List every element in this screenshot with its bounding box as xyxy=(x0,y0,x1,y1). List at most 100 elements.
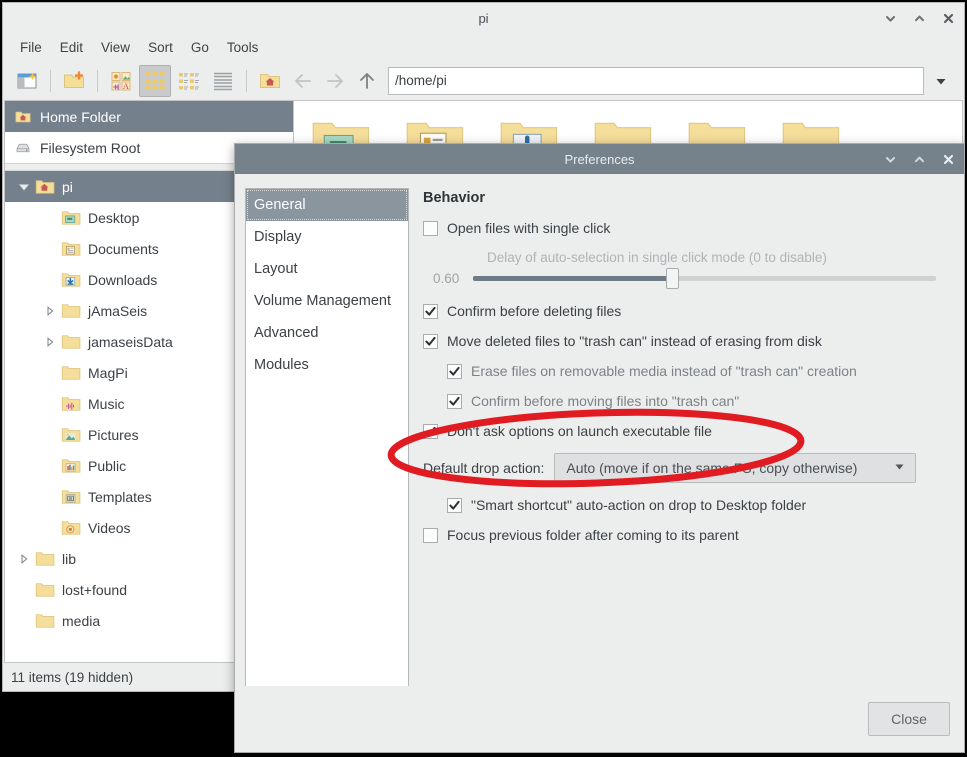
detailed-list-view-icon[interactable] xyxy=(207,65,239,97)
tree-item-label: jamaseisData xyxy=(88,333,173,350)
pictures-folder-icon xyxy=(61,425,81,445)
public-folder-icon xyxy=(61,458,81,473)
menu-sort[interactable]: Sort xyxy=(139,37,182,58)
section-title-behavior: Behavior xyxy=(423,190,486,206)
close-button[interactable] xyxy=(940,152,956,168)
file-manager-titlebar: pi xyxy=(3,3,964,34)
auto-selection-delay-slider[interactable] xyxy=(473,267,936,289)
status-text: 11 items (19 hidden) xyxy=(11,669,134,685)
dialog-window-controls xyxy=(882,144,956,175)
option-smart-shortcut-desktop-drop[interactable]: "Smart shortcut" auto-action on drop to … xyxy=(447,497,950,513)
option-open-files-single-click[interactable]: Open files with single click xyxy=(423,220,950,236)
option-erase-removable-media[interactable]: Erase files on removable media instead o… xyxy=(447,363,950,379)
menu-file[interactable]: File xyxy=(11,37,51,58)
menu-tools[interactable]: Tools xyxy=(218,37,268,58)
checkbox-confirm-before-deleting[interactable] xyxy=(423,303,438,319)
home-folder-icon[interactable] xyxy=(254,65,286,97)
slider-track-fill xyxy=(473,275,673,281)
close-button-label: Close xyxy=(891,711,927,727)
back-arrow-icon[interactable] xyxy=(288,66,318,96)
twisty-right-icon[interactable] xyxy=(45,305,55,316)
videos-folder-icon xyxy=(61,520,81,535)
icon-view-icon[interactable] xyxy=(139,64,171,97)
twisty-down-icon[interactable] xyxy=(19,182,29,192)
prefs-nav-layout[interactable]: Layout xyxy=(246,253,408,285)
tree-item-label: pi xyxy=(62,178,73,195)
documents-folder-icon xyxy=(61,239,81,259)
prefs-nav-volume-management[interactable]: Volume Management xyxy=(246,285,408,317)
folder-icon xyxy=(61,332,81,352)
templates-folder-icon xyxy=(61,487,81,507)
tree-item-label: MagPi xyxy=(88,364,128,381)
twisty-right-icon[interactable] xyxy=(13,553,35,564)
sidebar-item-label: Home Folder xyxy=(40,108,121,125)
desktop-folder-icon xyxy=(61,208,81,228)
menu-edit[interactable]: Edit xyxy=(51,37,92,58)
toolbar-separator xyxy=(97,69,98,92)
slider-handle[interactable] xyxy=(666,267,680,289)
close-preferences-button[interactable]: Close xyxy=(868,702,950,736)
up-arrow-icon[interactable] xyxy=(352,66,382,96)
default-drop-action-row: Default drop action: Auto (move if on th… xyxy=(423,453,950,483)
desktop-folder-icon xyxy=(61,210,81,225)
checkbox-erase-removable-media[interactable] xyxy=(447,363,462,379)
prefs-nav-display[interactable]: Display xyxy=(246,221,408,253)
chevron-down-icon xyxy=(893,460,906,476)
default-drop-action-select[interactable]: Auto (move if on the same FS, copy other… xyxy=(554,453,917,483)
path-input[interactable]: /home/pi xyxy=(388,66,924,95)
drive-icon xyxy=(16,143,30,152)
home-folder-icon xyxy=(35,177,55,197)
checkbox-focus-previous-folder[interactable] xyxy=(423,527,438,543)
toolbar-separator xyxy=(50,69,51,92)
checkbox-open-files-single-click[interactable] xyxy=(423,220,438,236)
option-dont-ask-launch-executable[interactable]: Don't ask options on launch executable f… xyxy=(423,423,950,439)
checkbox-move-deleted-to-trash[interactable] xyxy=(423,333,438,349)
prefs-nav-modules[interactable]: Modules xyxy=(246,349,408,381)
option-focus-previous-folder[interactable]: Focus previous folder after coming to it… xyxy=(423,527,950,543)
folder-icon xyxy=(61,365,81,380)
maximize-button[interactable] xyxy=(911,11,927,27)
close-button[interactable] xyxy=(940,11,956,27)
option-label: Erase files on removable media instead o… xyxy=(471,363,857,379)
twisty-right-icon[interactable] xyxy=(19,553,29,564)
prefs-nav-general[interactable]: General xyxy=(246,189,408,221)
folder-icon xyxy=(35,551,55,566)
minimize-button[interactable] xyxy=(882,152,898,168)
slider-caption-auto-selection-delay: Delay of auto-selection in single click … xyxy=(487,250,827,265)
menu-view[interactable]: View xyxy=(92,37,139,58)
auto-selection-delay-slider-row: 0.60 xyxy=(433,267,950,289)
checkbox-dont-ask-launch-executable[interactable] xyxy=(423,423,438,439)
twisty-down-icon[interactable] xyxy=(13,182,35,192)
menu-bar: File Edit View Sort Go Tools xyxy=(3,34,964,61)
thumbnail-view-icon[interactable]: A xyxy=(105,65,137,97)
checkbox-smart-shortcut-desktop-drop[interactable] xyxy=(447,497,462,513)
tree-item-label: Desktop xyxy=(88,209,140,226)
twisty-right-icon[interactable] xyxy=(45,336,55,347)
tree-item-label: Music xyxy=(88,395,125,412)
option-confirm-moving-to-trash[interactable]: Confirm before moving files into "trash … xyxy=(447,393,950,409)
compact-view-icon[interactable] xyxy=(173,65,205,97)
sidebar-pane-icon[interactable] xyxy=(11,65,43,97)
folder-icon xyxy=(61,334,81,349)
tree-item-label: Public xyxy=(88,457,127,474)
twisty-right-icon[interactable] xyxy=(39,336,61,347)
maximize-button[interactable] xyxy=(911,152,927,168)
folder-icon xyxy=(35,549,55,569)
option-move-deleted-to-trash[interactable]: Move deleted files to "trash can" instea… xyxy=(423,333,950,349)
downloads-folder-icon xyxy=(61,272,81,287)
triangle-down-icon[interactable] xyxy=(926,67,956,95)
option-confirm-before-deleting[interactable]: Confirm before deleting files xyxy=(423,303,950,319)
option-label: Move deleted files to "trash can" instea… xyxy=(447,333,822,349)
sidebar-item-home-folder[interactable]: Home Folder xyxy=(5,101,293,132)
forward-arrow-icon[interactable] xyxy=(320,66,350,96)
prefs-nav-advanced[interactable]: Advanced xyxy=(246,317,408,349)
folder-icon xyxy=(35,580,55,600)
menu-go[interactable]: Go xyxy=(182,37,218,58)
slider-value: 0.60 xyxy=(433,270,460,286)
minimize-button[interactable] xyxy=(882,11,898,27)
checkbox-confirm-moving-to-trash[interactable] xyxy=(447,393,462,409)
templates-folder-icon xyxy=(61,489,81,504)
preferences-footer: Close xyxy=(235,686,964,752)
new-folder-icon[interactable] xyxy=(58,65,90,97)
twisty-right-icon[interactable] xyxy=(39,305,61,316)
